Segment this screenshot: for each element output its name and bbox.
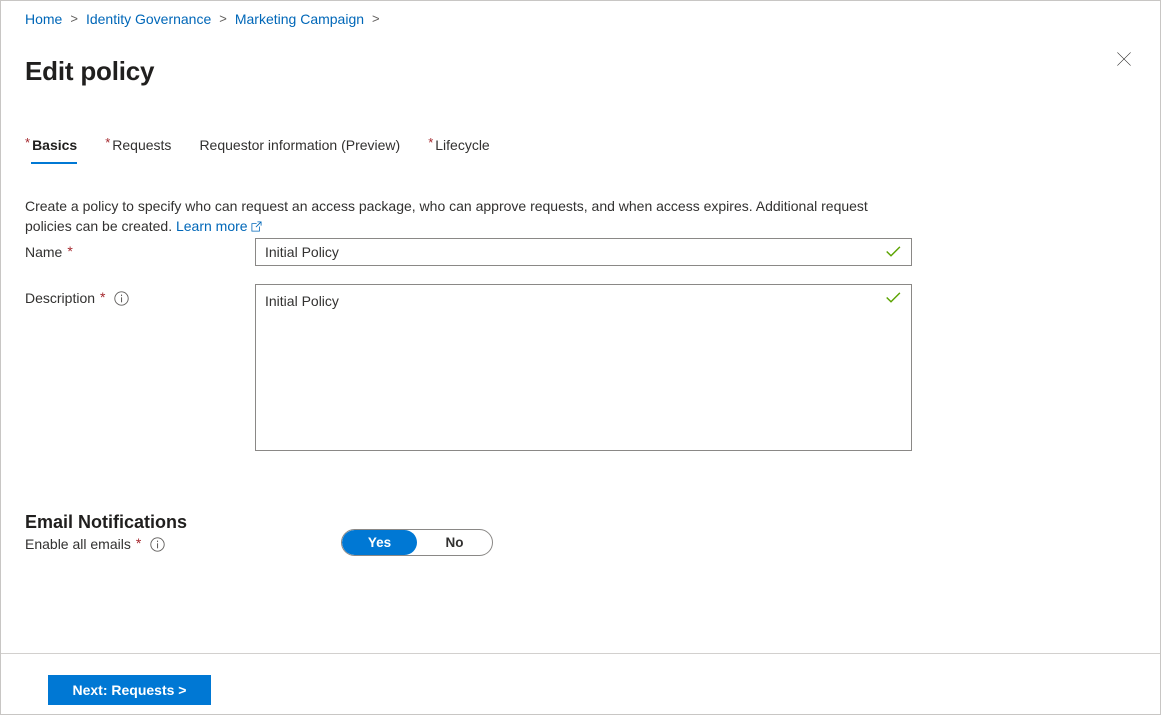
tab-required-marker: * bbox=[25, 135, 31, 150]
tab-required-marker: * bbox=[105, 135, 111, 150]
enable-all-emails-label: Enable all emails * bbox=[25, 534, 165, 554]
tab-active-underline bbox=[205, 162, 400, 164]
tab-active-underline bbox=[31, 162, 78, 164]
edit-policy-blade: Home > Identity Governance > Marketing C… bbox=[0, 0, 1161, 715]
toggle-option-yes[interactable]: Yes bbox=[342, 530, 417, 555]
enable-all-emails-required-marker: * bbox=[135, 535, 142, 551]
external-link-icon bbox=[251, 217, 262, 237]
info-icon[interactable] bbox=[150, 536, 165, 552]
close-icon bbox=[1116, 51, 1132, 67]
name-field-label: Name * bbox=[25, 242, 73, 262]
footer-divider bbox=[1, 653, 1160, 654]
tab-requests[interactable]: * Requests bbox=[105, 135, 171, 164]
breadcrumb-separator-icon: > bbox=[70, 11, 78, 26]
description-textarea[interactable] bbox=[255, 284, 912, 451]
name-required-marker: * bbox=[67, 243, 73, 259]
info-icon[interactable] bbox=[114, 290, 130, 306]
description-field-label: Description * bbox=[25, 288, 130, 308]
tab-active-underline bbox=[434, 162, 490, 164]
tab-lifecycle[interactable]: * Lifecycle bbox=[428, 135, 490, 164]
toggle-option-no[interactable]: No bbox=[417, 530, 492, 555]
tab-lifecycle-label: Lifecycle bbox=[435, 137, 490, 153]
learn-more-link[interactable]: Learn more bbox=[176, 218, 248, 234]
name-label-text: Name bbox=[25, 244, 63, 260]
breadcrumb-separator-icon: > bbox=[219, 11, 227, 26]
enable-all-emails-toggle[interactable]: Yes No bbox=[341, 529, 493, 556]
close-blade-button[interactable] bbox=[1106, 41, 1142, 77]
tab-list: * Basics * Requests Requestor information … bbox=[25, 135, 490, 164]
tab-required-marker: * bbox=[428, 135, 434, 150]
tab-basics[interactable]: * Basics bbox=[25, 135, 78, 164]
breadcrumb-item-marketing-campaign[interactable]: Marketing Campaign bbox=[235, 9, 364, 29]
breadcrumb: Home > Identity Governance > Marketing C… bbox=[25, 9, 388, 29]
tab-requestor-information[interactable]: Requestor information (Preview) bbox=[199, 135, 400, 164]
email-notifications-heading: Email Notifications bbox=[25, 511, 188, 532]
tab-requestor-information-label: Requestor information (Preview) bbox=[199, 137, 401, 153]
tab-requests-label: Requests bbox=[112, 137, 172, 153]
page-title: Edit policy bbox=[25, 56, 155, 87]
enable-all-emails-label-text: Enable all emails bbox=[25, 536, 131, 552]
next-requests-button[interactable]: Next: Requests > bbox=[48, 675, 211, 705]
tab-active-underline bbox=[111, 162, 171, 164]
tab-basics-label: Basics bbox=[32, 137, 78, 153]
breadcrumb-item-identity-governance[interactable]: Identity Governance bbox=[86, 9, 211, 29]
description-label-text: Description bbox=[25, 290, 96, 306]
intro-description: Create a policy to specify who can reque… bbox=[25, 198, 868, 234]
name-input[interactable] bbox=[255, 238, 912, 266]
intro-text: Create a policy to specify who can reque… bbox=[25, 196, 875, 237]
description-required-marker: * bbox=[100, 289, 106, 305]
breadcrumb-separator-icon: > bbox=[372, 11, 380, 26]
breadcrumb-item-home[interactable]: Home bbox=[25, 9, 62, 29]
